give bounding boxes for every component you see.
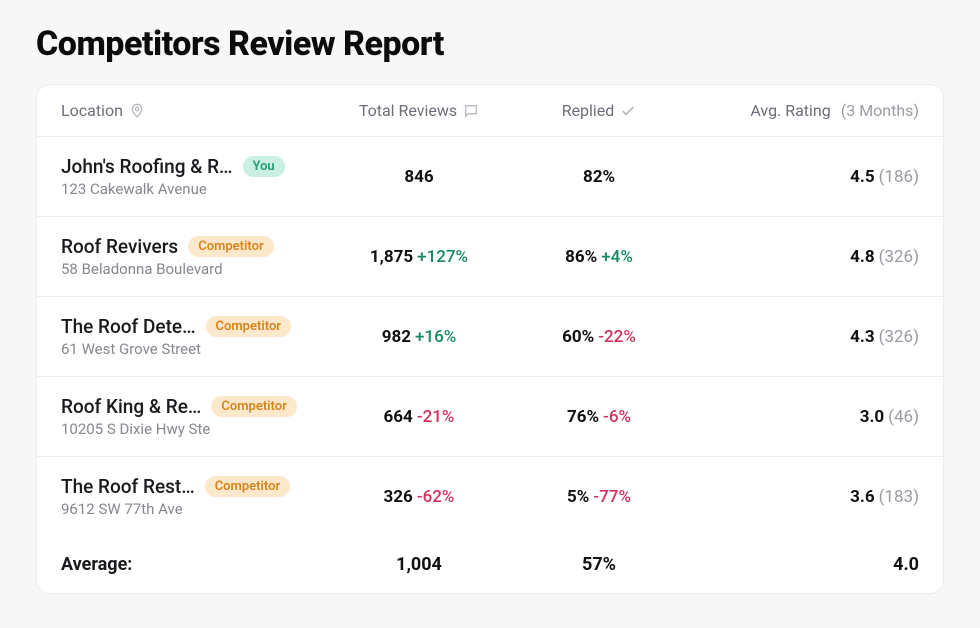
rating-count: (183): [879, 487, 919, 507]
replied-cell: 82%: [509, 167, 689, 187]
location-address: 9612 SW 77th Ave: [61, 500, 329, 518]
header-rating-label: Avg. Rating: [750, 101, 830, 120]
replied-cell: 60%-22%: [509, 327, 689, 347]
average-replied: 57%: [509, 554, 689, 575]
competitor-badge: Competitor: [211, 396, 296, 417]
replied-cell: 5%-77%: [509, 487, 689, 507]
table-row: Roof Revivers Competitor 58 Beladonna Bo…: [37, 217, 943, 297]
average-label: Average:: [61, 554, 329, 575]
location-cell: Roof King & Re… Competitor 10205 S Dixie…: [61, 395, 329, 438]
header-location-label: Location: [61, 101, 123, 120]
replied-value: 86%: [565, 247, 597, 267]
competitor-badge: Competitor: [188, 236, 273, 257]
location-name: John's Roofing & R…: [61, 155, 233, 178]
location-cell: Roof Revivers Competitor 58 Beladonna Bo…: [61, 235, 329, 278]
you-badge: You: [243, 156, 285, 177]
competitor-badge: Competitor: [206, 316, 291, 337]
location-cell: The Roof Dete… Competitor 61 West Grove …: [61, 315, 329, 358]
replied-delta: +4%: [601, 247, 633, 267]
location-address: 123 Cakewalk Avenue: [61, 180, 329, 198]
location-name: The Roof Rest…: [61, 475, 195, 498]
table-row: John's Roofing & R… You 123 Cakewalk Ave…: [37, 137, 943, 217]
location-address: 61 West Grove Street: [61, 340, 329, 358]
total-delta: -62%: [417, 487, 455, 507]
total-value: 982: [382, 327, 411, 347]
total-cell: 982+16%: [329, 327, 509, 347]
total-value: 1,875: [370, 247, 413, 267]
total-delta: +16%: [415, 327, 456, 347]
rating-cell: 4.8(326): [689, 247, 919, 267]
competitor-badge: Competitor: [205, 476, 290, 497]
check-icon: [620, 103, 636, 119]
replied-value: 5%: [567, 487, 589, 507]
total-cell: 326-62%: [329, 487, 509, 507]
total-cell: 664-21%: [329, 407, 509, 427]
rating-value: 3.6: [850, 487, 874, 507]
location-name: The Roof Dete…: [61, 315, 196, 338]
replied-cell: 86%+4%: [509, 247, 689, 267]
rating-value: 4.8: [850, 247, 874, 267]
average-total: 1,004: [329, 554, 509, 575]
header-total: Total Reviews: [329, 101, 509, 120]
location-cell: The Roof Rest… Competitor 9612 SW 77th A…: [61, 475, 329, 518]
replied-value: 76%: [567, 407, 599, 427]
replied-delta: -6%: [603, 407, 631, 427]
location-address: 10205 S Dixie Hwy Ste: [61, 420, 329, 438]
rating-value: 4.5: [850, 167, 874, 187]
average-rating: 4.0: [689, 554, 919, 575]
header-rating: Avg. Rating (3 Months): [689, 101, 919, 120]
rating-cell: 4.3(326): [689, 327, 919, 347]
rating-count: (326): [879, 247, 919, 267]
total-value: 664: [384, 407, 413, 427]
replied-delta: -22%: [598, 327, 636, 347]
total-cell: 1,875+127%: [329, 247, 509, 267]
total-delta: +127%: [417, 247, 468, 267]
location-name: Roof King & Re…: [61, 395, 201, 418]
header-location: Location: [61, 101, 329, 120]
table-row: The Roof Rest… Competitor 9612 SW 77th A…: [37, 457, 943, 536]
header-replied-label: Replied: [562, 101, 615, 120]
location-name: Roof Revivers: [61, 235, 178, 258]
rating-count: (326): [879, 327, 919, 347]
total-cell: 846: [329, 167, 509, 187]
table-row: The Roof Dete… Competitor 61 West Grove …: [37, 297, 943, 377]
table-header: Location Total Reviews Replied: [37, 85, 943, 137]
rating-cell: 3.6(183): [689, 487, 919, 507]
location-cell: John's Roofing & R… You 123 Cakewalk Ave…: [61, 155, 329, 198]
replied-value: 60%: [562, 327, 594, 347]
total-delta: -21%: [417, 407, 455, 427]
table-row: Roof King & Re… Competitor 10205 S Dixie…: [37, 377, 943, 457]
header-replied: Replied: [509, 101, 689, 120]
rating-cell: 3.0(46): [689, 407, 919, 427]
chat-bubble-icon: [463, 103, 479, 119]
rating-count: (46): [888, 407, 919, 427]
header-total-label: Total Reviews: [359, 101, 457, 120]
rating-cell: 4.5(186): [689, 167, 919, 187]
rating-value: 3.0: [860, 407, 884, 427]
rating-value: 4.3: [850, 327, 874, 347]
total-value: 846: [404, 167, 433, 187]
location-pin-icon: [129, 103, 145, 119]
replied-cell: 76%-6%: [509, 407, 689, 427]
report-table: Location Total Reviews Replied: [36, 84, 944, 594]
location-address: 58 Beladonna Boulevard: [61, 260, 329, 278]
header-rating-suffix: (3 Months): [841, 101, 919, 120]
total-value: 326: [384, 487, 413, 507]
replied-value: 82%: [583, 167, 615, 187]
rating-count: (186): [879, 167, 919, 187]
average-row: Average: 1,004 57% 4.0: [37, 536, 943, 593]
page-title: Competitors Review Report: [36, 24, 944, 64]
replied-delta: -77%: [593, 487, 631, 507]
